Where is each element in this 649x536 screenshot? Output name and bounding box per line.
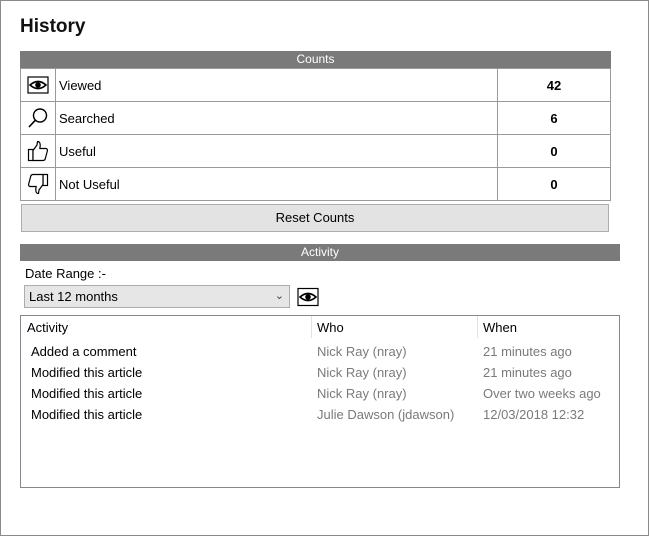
activity-row[interactable]: Modified this article Nick Ray (nray) 21… bbox=[21, 365, 619, 386]
counts-row-not-useful: Not Useful 0 bbox=[20, 167, 611, 201]
when-cell: 21 minutes ago bbox=[483, 344, 572, 359]
view-activity-button[interactable] bbox=[297, 287, 319, 307]
magnifier-icon bbox=[20, 101, 56, 135]
who-cell: Nick Ray (nray) bbox=[317, 344, 407, 359]
counts-label: Viewed bbox=[55, 68, 498, 102]
counts-section-header: Counts bbox=[20, 51, 611, 68]
who-cell: Nick Ray (nray) bbox=[317, 386, 407, 401]
counts-value: 42 bbox=[497, 68, 611, 102]
activity-section-header: Activity bbox=[20, 244, 620, 261]
counts-value: 0 bbox=[497, 167, 611, 201]
activity-row[interactable]: Added a comment Nick Ray (nray) 21 minut… bbox=[21, 344, 619, 365]
counts-row-searched: Searched 6 bbox=[20, 101, 611, 135]
counts-table: Viewed 42 Searched 6 Useful 0 Not Useful… bbox=[20, 68, 611, 201]
date-range-value: Last 12 months bbox=[29, 289, 118, 304]
counts-label: Useful bbox=[55, 134, 498, 168]
thumbs-up-icon bbox=[20, 134, 56, 168]
counts-value: 0 bbox=[497, 134, 611, 168]
when-cell: 21 minutes ago bbox=[483, 365, 572, 380]
activity-cell: Modified this article bbox=[31, 365, 143, 380]
thumbs-down-icon bbox=[20, 167, 56, 201]
counts-label: Not Useful bbox=[55, 167, 498, 201]
activity-list[interactable]: Activity Who When Added a comment Nick R… bbox=[20, 315, 620, 488]
when-cell: 12/03/2018 12:32 bbox=[483, 407, 585, 422]
eye-icon bbox=[20, 68, 56, 102]
column-header-who[interactable]: Who bbox=[311, 316, 477, 338]
page-title: History bbox=[20, 16, 86, 37]
activity-cell: Modified this article bbox=[31, 386, 143, 401]
activity-row[interactable]: Modified this article Julie Dawson (jdaw… bbox=[21, 407, 619, 428]
who-cell: Julie Dawson (jdawson) bbox=[317, 407, 455, 422]
chevron-down-icon: ⌄ bbox=[274, 290, 284, 302]
when-cell: Over two weeks ago bbox=[483, 386, 601, 401]
date-range-label: Date Range :- bbox=[25, 266, 106, 281]
activity-cell: Added a comment bbox=[31, 344, 137, 359]
activity-cell: Modified this article bbox=[31, 407, 143, 422]
activity-row[interactable]: Modified this article Nick Ray (nray) Ov… bbox=[21, 386, 619, 407]
reset-counts-button[interactable]: Reset Counts bbox=[21, 204, 609, 232]
counts-row-useful: Useful 0 bbox=[20, 134, 611, 168]
counts-value: 6 bbox=[497, 101, 611, 135]
eye-icon bbox=[297, 287, 319, 307]
column-header-activity[interactable]: Activity bbox=[21, 316, 311, 338]
column-header-when[interactable]: When bbox=[477, 316, 619, 338]
activity-list-header: Activity Who When bbox=[21, 316, 619, 338]
who-cell: Nick Ray (nray) bbox=[317, 365, 407, 380]
counts-row-viewed: Viewed 42 bbox=[20, 68, 611, 102]
date-range-select[interactable]: Last 12 months ⌄ bbox=[24, 285, 290, 308]
counts-label: Searched bbox=[55, 101, 498, 135]
